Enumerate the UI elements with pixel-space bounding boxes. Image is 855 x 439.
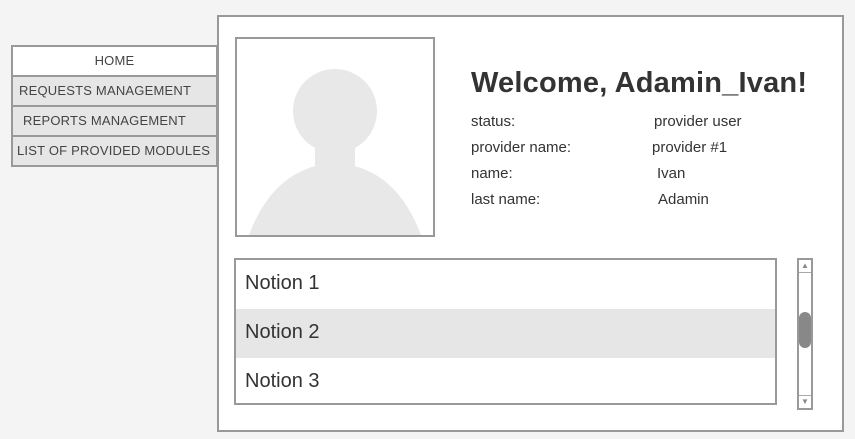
scroll-up-arrow-icon[interactable]: ▲ [799, 260, 811, 273]
info-row-status: status: provider user [471, 112, 821, 132]
home-panel: Welcome, Adamin_Ivan! status: provider u… [217, 15, 844, 432]
main-navigation: HOME REQUESTS MANAGEMENT REPORTS MANAGEM… [11, 45, 218, 167]
provider-name-value: provider #1 [652, 139, 728, 156]
nav-tab-home[interactable]: HOME [11, 45, 218, 77]
scroll-track[interactable] [799, 274, 811, 394]
name-label: name: [471, 165, 513, 182]
provider-name-label: provider name: [471, 139, 572, 156]
last-name-label: last name: [471, 191, 541, 208]
notion-item-2[interactable]: Notion 2 [236, 309, 775, 358]
info-row-name: name: Ivan [471, 164, 821, 184]
nav-tab-requests-management[interactable]: REQUESTS MANAGEMENT [11, 75, 218, 107]
notions-list: Notion 1 Notion 2 Notion 3 [234, 258, 777, 405]
user-placeholder-icon [249, 69, 421, 235]
nav-tab-provided-modules[interactable]: LIST OF PROVIDED MODULES [11, 135, 218, 167]
info-row-last-name: last name: Adamin [471, 190, 821, 210]
welcome-heading: Welcome, Adamin_Ivan! [471, 67, 808, 99]
notion-item-3[interactable]: Notion 3 [236, 358, 775, 403]
notion-item-1[interactable]: Notion 1 [236, 260, 775, 309]
info-row-provider-name: provider name: provider #1 [471, 138, 821, 158]
name-value: Ivan [657, 165, 686, 182]
profile-avatar [235, 37, 435, 237]
scroll-thumb[interactable] [799, 312, 811, 348]
status-value: provider user [654, 113, 742, 130]
notions-scrollbar[interactable]: ▲ ▼ [797, 258, 813, 410]
nav-tab-reports-management[interactable]: REPORTS MANAGEMENT [11, 105, 218, 137]
status-label: status: [471, 113, 516, 130]
scroll-down-arrow-icon[interactable]: ▼ [799, 395, 811, 408]
last-name-value: Adamin [658, 191, 709, 208]
